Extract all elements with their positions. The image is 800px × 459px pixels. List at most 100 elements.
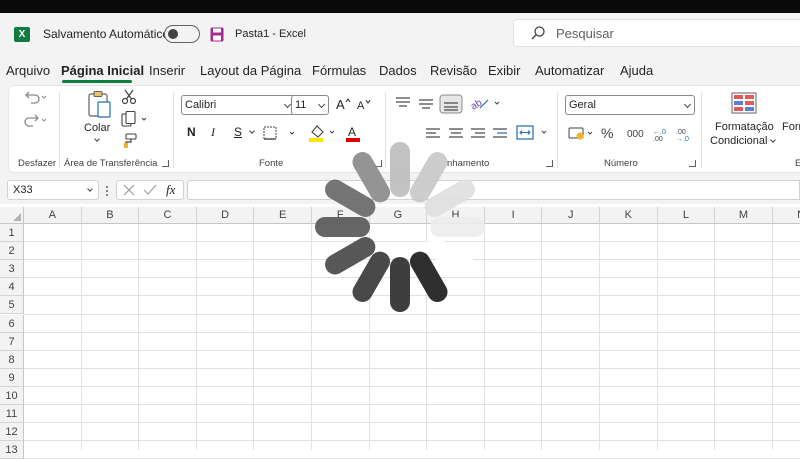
font-color-icon[interactable]: A bbox=[345, 123, 379, 143]
group-divider bbox=[59, 92, 60, 168]
font-launcher-icon[interactable] bbox=[375, 160, 382, 167]
column-header-h[interactable]: H bbox=[427, 207, 485, 224]
select-all-corner[interactable] bbox=[0, 207, 24, 224]
column-header-j[interactable]: J bbox=[542, 207, 600, 224]
tab-pagina-inicial[interactable]: Página Inicial bbox=[61, 63, 144, 78]
tab-layout-da-pagina[interactable]: Layout da Página bbox=[200, 63, 301, 78]
number-launcher-icon[interactable] bbox=[689, 160, 696, 167]
svg-text:.00: .00 bbox=[653, 136, 663, 142]
tab-ajuda[interactable]: Ajuda bbox=[620, 63, 653, 78]
column-header-e[interactable]: E bbox=[254, 207, 312, 224]
svg-text:A: A bbox=[336, 97, 345, 112]
bold-button[interactable]: N bbox=[187, 125, 196, 139]
gridline-horizontal bbox=[24, 404, 800, 405]
fill-color-icon[interactable] bbox=[308, 123, 344, 143]
column-header-k[interactable]: K bbox=[600, 207, 658, 224]
tab-dados[interactable]: Dados bbox=[379, 63, 417, 78]
tab-revisao[interactable]: Revisão bbox=[430, 63, 477, 78]
row-header-4[interactable]: 4 bbox=[0, 278, 24, 297]
row-header-7[interactable]: 7 bbox=[0, 332, 24, 351]
row-header-10[interactable]: 10 bbox=[0, 386, 24, 405]
row-header-6[interactable]: 6 bbox=[0, 314, 24, 333]
column-header-f[interactable]: F bbox=[312, 207, 370, 224]
copy-icon[interactable] bbox=[121, 111, 151, 127]
cut-icon[interactable] bbox=[121, 89, 137, 105]
borders-icon[interactable] bbox=[263, 126, 303, 142]
paste-button[interactable]: Colar bbox=[84, 122, 110, 134]
row-header-8[interactable]: 8 bbox=[0, 350, 24, 369]
font-size-select[interactable]: 11 bbox=[291, 95, 329, 115]
conditional-formatting-dropdown-icon[interactable] bbox=[770, 137, 776, 143]
save-icon[interactable] bbox=[210, 27, 224, 42]
spreadsheet-grid[interactable]: ABCDEFGHIJKLMN12345678910111213 bbox=[0, 207, 800, 459]
autosave-toggle[interactable] bbox=[164, 25, 200, 43]
row-header-12[interactable]: 12 bbox=[0, 423, 24, 442]
tab-exibir[interactable]: Exibir bbox=[488, 63, 521, 78]
alignment-group-label: nhamento bbox=[447, 158, 490, 169]
column-header-d[interactable]: D bbox=[196, 207, 255, 224]
column-header-c[interactable]: C bbox=[139, 207, 197, 224]
svg-text:%: % bbox=[601, 125, 613, 141]
row-header-9[interactable]: 9 bbox=[0, 368, 24, 387]
column-header-b[interactable]: B bbox=[81, 207, 140, 224]
undo-group-label: Desfazer bbox=[18, 158, 57, 169]
font-grow-shrink-icons[interactable]: A A bbox=[335, 96, 379, 112]
row-header-3[interactable]: 3 bbox=[0, 260, 24, 279]
horizontal-align-icons[interactable] bbox=[423, 126, 513, 142]
orientation-icon[interactable]: ab bbox=[469, 94, 505, 112]
gridline-horizontal bbox=[24, 295, 800, 297]
clipboard-launcher-icon[interactable] bbox=[162, 160, 169, 167]
conditional-formatting-label-2[interactable]: Condicional bbox=[710, 135, 767, 147]
tab-inserir[interactable]: Inserir bbox=[149, 63, 185, 78]
merge-center-icon[interactable] bbox=[516, 124, 556, 142]
number-format-icons[interactable]: % 000 ←.0 .00 .00 →.0 bbox=[567, 124, 697, 142]
column-header-n[interactable]: N bbox=[772, 207, 800, 224]
underline-dropdown-icon[interactable] bbox=[249, 128, 255, 134]
tab-arquivo[interactable]: Arquivo bbox=[6, 63, 50, 78]
column-header-i[interactable]: I bbox=[484, 207, 543, 224]
font-group-label: Fonte bbox=[259, 158, 284, 169]
row-header-11[interactable]: 11 bbox=[0, 405, 24, 424]
svg-text:ab: ab bbox=[469, 97, 484, 112]
underline-button[interactable]: S bbox=[234, 125, 242, 139]
paste-dropdown-icon[interactable] bbox=[94, 136, 100, 142]
styles-group-label: Es bbox=[795, 158, 800, 169]
ribbon: Desfazer Colar Área de Transferência Cal… bbox=[8, 85, 800, 173]
alignment-launcher-icon[interactable] bbox=[546, 160, 553, 167]
gridline-horizontal bbox=[24, 422, 800, 424]
number-format-select[interactable]: Geral bbox=[565, 95, 695, 115]
column-header-g[interactable]: G bbox=[369, 207, 428, 224]
row-header-5[interactable]: 5 bbox=[0, 296, 24, 315]
font-size-value: 11 bbox=[295, 99, 307, 111]
format-painter-icon[interactable] bbox=[121, 133, 137, 149]
formula-input[interactable] bbox=[187, 180, 800, 200]
row-header-13[interactable]: 13 bbox=[0, 441, 24, 459]
font-name-select[interactable]: Calibri bbox=[181, 95, 295, 115]
enter-check-icon[interactable] bbox=[143, 184, 157, 196]
tab-automatizar[interactable]: Automatizar bbox=[535, 63, 604, 78]
column-header-m[interactable]: M bbox=[715, 207, 773, 224]
name-box-value: X33 bbox=[13, 184, 33, 196]
paste-icon[interactable] bbox=[87, 90, 113, 120]
undo-icon[interactable] bbox=[22, 89, 48, 105]
more-options-icon[interactable] bbox=[104, 185, 110, 197]
redo-icon[interactable] bbox=[22, 112, 48, 128]
row-header-2[interactable]: 2 bbox=[0, 242, 24, 261]
conditional-formatting-label-1[interactable]: Formatação bbox=[715, 121, 774, 133]
excel-logo-icon[interactable]: X bbox=[14, 27, 30, 42]
insert-function-button[interactable]: fx bbox=[166, 182, 175, 198]
gridline-vertical bbox=[80, 224, 82, 450]
tab-formulas[interactable]: Fórmulas bbox=[312, 63, 366, 78]
name-box-dropdown-icon[interactable] bbox=[87, 186, 93, 192]
conditional-formatting-icon[interactable] bbox=[731, 92, 757, 114]
cancel-icon[interactable] bbox=[123, 184, 135, 196]
italic-button[interactable]: I bbox=[211, 125, 215, 140]
format-as-table-label[interactable]: Form bbox=[782, 121, 800, 133]
row-header-1[interactable]: 1 bbox=[0, 224, 24, 243]
column-header-l[interactable]: L bbox=[657, 207, 716, 224]
gridline-vertical bbox=[138, 224, 140, 450]
column-header-a[interactable]: A bbox=[24, 207, 82, 224]
search-box[interactable]: Pesquisar bbox=[513, 19, 800, 47]
name-box[interactable]: X33 bbox=[7, 180, 99, 200]
group-divider bbox=[385, 92, 386, 168]
